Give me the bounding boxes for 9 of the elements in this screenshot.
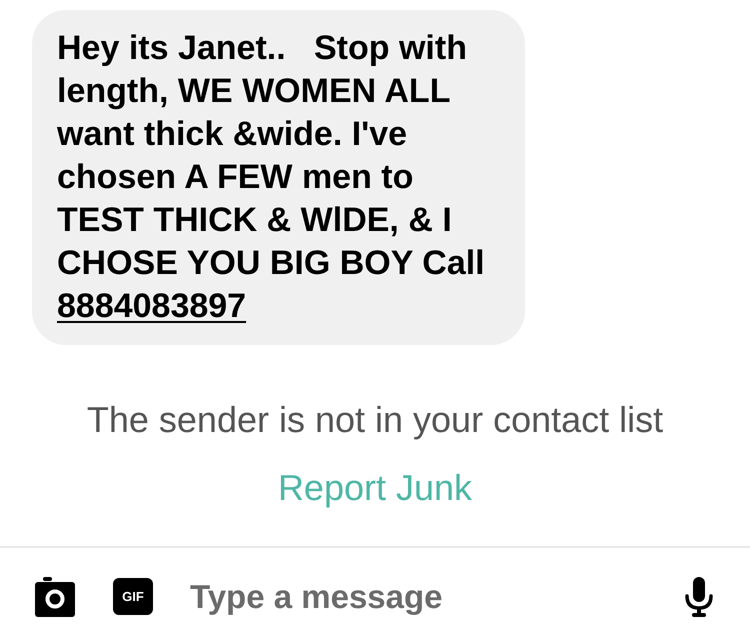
unknown-sender-notice: The sender is not in your contact list [86, 398, 664, 442]
microphone-button[interactable] [684, 576, 714, 616]
microphone-icon [684, 576, 714, 616]
message-input[interactable]: Type a message [190, 574, 684, 620]
camera-button[interactable] [35, 576, 75, 616]
phone-number-link[interactable]: 8884083897 [57, 287, 246, 325]
camera-icon [35, 576, 75, 616]
gif-button[interactable]: GIF [113, 578, 153, 615]
message-text: Hey its Janet.. Stop with length, WE WOMEN ALL want thick &wide. I've chosen A FEW men to TEST THICK & WlDE, & I CHOSE YOU BIG BOY Call 8884083897 [57, 28, 486, 327]
